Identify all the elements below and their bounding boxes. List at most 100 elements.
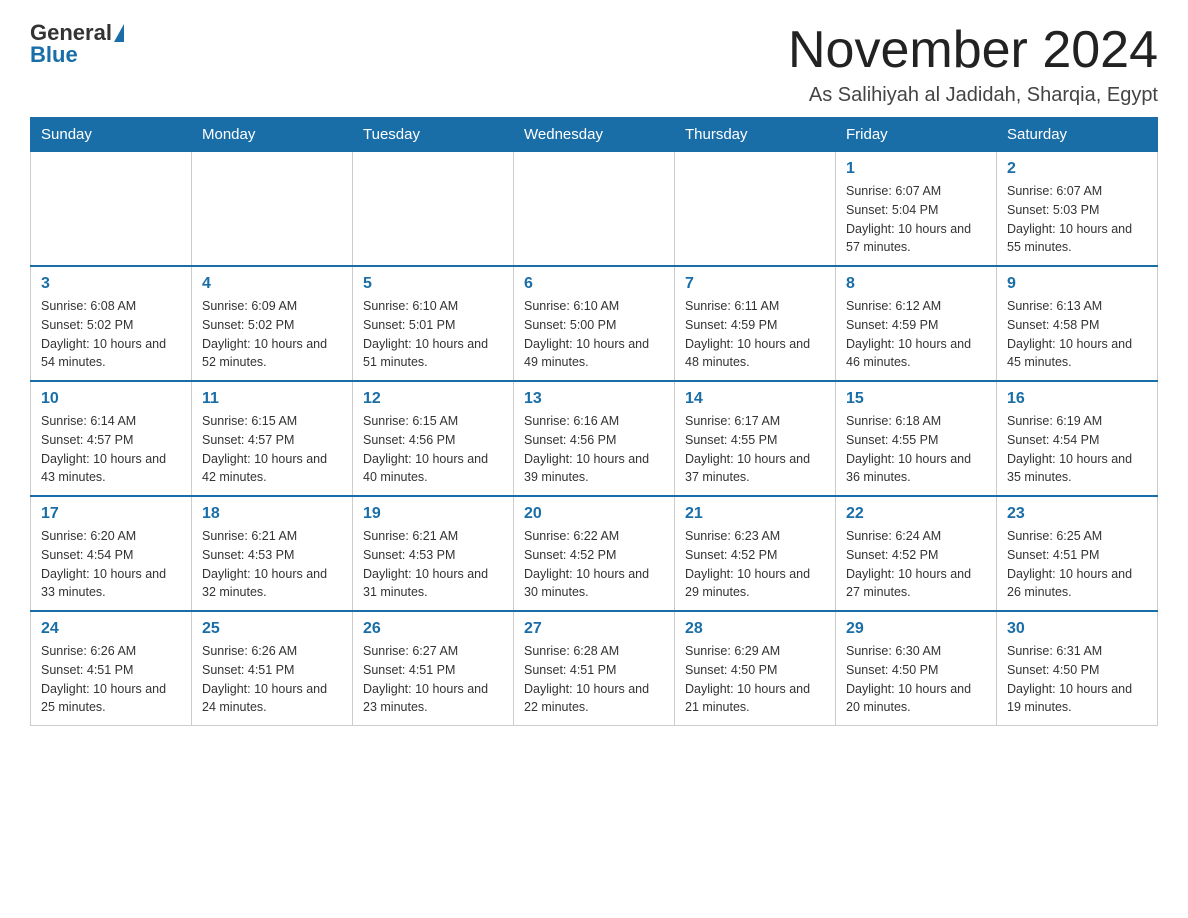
calendar-cell: 9 Sunrise: 6:13 AMSunset: 4:58 PMDaylight… [997, 266, 1158, 381]
day-number: 21 [685, 505, 825, 523]
day-info: Sunrise: 6:15 AMSunset: 4:57 PMDaylight:… [202, 412, 342, 487]
calendar-cell: 24 Sunrise: 6:26 AMSunset: 4:51 PMDayligh… [31, 611, 192, 726]
day-info: Sunrise: 6:19 AMSunset: 4:54 PMDaylight:… [1007, 412, 1147, 487]
day-info: Sunrise: 6:07 AMSunset: 5:04 PMDaylight:… [846, 182, 986, 257]
weekday-header-friday: Friday [836, 118, 997, 152]
day-number: 18 [202, 505, 342, 523]
day-number: 24 [41, 620, 181, 638]
day-number: 9 [1007, 275, 1147, 293]
day-info: Sunrise: 6:11 AMSunset: 4:59 PMDaylight:… [685, 297, 825, 372]
day-info: Sunrise: 6:31 AMSunset: 4:50 PMDaylight:… [1007, 642, 1147, 717]
day-number: 29 [846, 620, 986, 638]
day-info: Sunrise: 6:10 AMSunset: 5:01 PMDaylight:… [363, 297, 503, 372]
weekday-header-saturday: Saturday [997, 118, 1158, 152]
day-info: Sunrise: 6:15 AMSunset: 4:56 PMDaylight:… [363, 412, 503, 487]
day-number: 19 [363, 505, 503, 523]
day-info: Sunrise: 6:10 AMSunset: 5:00 PMDaylight:… [524, 297, 664, 372]
day-number: 2 [1007, 160, 1147, 178]
calendar-cell: 5 Sunrise: 6:10 AMSunset: 5:01 PMDaylight… [353, 266, 514, 381]
calendar-cell [675, 152, 836, 267]
calendar-table: SundayMondayTuesdayWednesdayThursdayFrid… [30, 117, 1158, 726]
calendar-cell: 11 Sunrise: 6:15 AMSunset: 4:57 PMDayligh… [192, 381, 353, 496]
day-info: Sunrise: 6:20 AMSunset: 4:54 PMDaylight:… [41, 527, 181, 602]
location-title: As Salihiyah al Jadidah, Sharqia, Egypt [788, 84, 1158, 107]
day-info: Sunrise: 6:24 AMSunset: 4:52 PMDaylight:… [846, 527, 986, 602]
day-info: Sunrise: 6:26 AMSunset: 4:51 PMDaylight:… [202, 642, 342, 717]
day-number: 11 [202, 390, 342, 408]
day-number: 5 [363, 275, 503, 293]
month-title: November 2024 [788, 20, 1158, 80]
logo: General Blue [30, 20, 126, 68]
day-number: 23 [1007, 505, 1147, 523]
day-number: 22 [846, 505, 986, 523]
day-info: Sunrise: 6:16 AMSunset: 4:56 PMDaylight:… [524, 412, 664, 487]
calendar-cell: 20Sunrise: 6:22 AMSunset: 4:52 PMDayligh… [514, 496, 675, 611]
day-info: Sunrise: 6:25 AMSunset: 4:51 PMDaylight:… [1007, 527, 1147, 602]
calendar-cell: 21 Sunrise: 6:23 AMSunset: 4:52 PMDayligh… [675, 496, 836, 611]
calendar-cell: 18 Sunrise: 6:21 AMSunset: 4:53 PMDayligh… [192, 496, 353, 611]
calendar-cell: 23 Sunrise: 6:25 AMSunset: 4:51 PMDayligh… [997, 496, 1158, 611]
day-info: Sunrise: 6:27 AMSunset: 4:51 PMDaylight:… [363, 642, 503, 717]
day-info: Sunrise: 6:17 AMSunset: 4:55 PMDaylight:… [685, 412, 825, 487]
calendar-cell [353, 152, 514, 267]
day-number: 7 [685, 275, 825, 293]
day-number: 3 [41, 275, 181, 293]
title-area: November 2024 As Salihiyah al Jadidah, S… [788, 20, 1158, 107]
calendar-cell: 30Sunrise: 6:31 AMSunset: 4:50 PMDayligh… [997, 611, 1158, 726]
calendar-cell: 2 Sunrise: 6:07 AMSunset: 5:03 PMDaylight… [997, 152, 1158, 267]
weekday-header-wednesday: Wednesday [514, 118, 675, 152]
calendar-cell: 6 Sunrise: 6:10 AMSunset: 5:00 PMDaylight… [514, 266, 675, 381]
calendar-cell: 19Sunrise: 6:21 AMSunset: 4:53 PMDayligh… [353, 496, 514, 611]
day-number: 27 [524, 620, 664, 638]
day-number: 8 [846, 275, 986, 293]
day-info: Sunrise: 6:14 AMSunset: 4:57 PMDaylight:… [41, 412, 181, 487]
day-number: 15 [846, 390, 986, 408]
day-number: 13 [524, 390, 664, 408]
day-number: 10 [41, 390, 181, 408]
day-info: Sunrise: 6:30 AMSunset: 4:50 PMDaylight:… [846, 642, 986, 717]
calendar-cell [31, 152, 192, 267]
calendar-cell: 4Sunrise: 6:09 AMSunset: 5:02 PMDaylight… [192, 266, 353, 381]
day-number: 17 [41, 505, 181, 523]
calendar-cell: 14 Sunrise: 6:17 AMSunset: 4:55 PMDayligh… [675, 381, 836, 496]
calendar-cell: 10 Sunrise: 6:14 AMSunset: 4:57 PMDayligh… [31, 381, 192, 496]
day-info: Sunrise: 6:23 AMSunset: 4:52 PMDaylight:… [685, 527, 825, 602]
day-info: Sunrise: 6:07 AMSunset: 5:03 PMDaylight:… [1007, 182, 1147, 257]
calendar-cell: 17 Sunrise: 6:20 AMSunset: 4:54 PMDayligh… [31, 496, 192, 611]
calendar-cell: 22 Sunrise: 6:24 AMSunset: 4:52 PMDayligh… [836, 496, 997, 611]
day-info: Sunrise: 6:12 AMSunset: 4:59 PMDaylight:… [846, 297, 986, 372]
weekday-header-monday: Monday [192, 118, 353, 152]
day-number: 6 [524, 275, 664, 293]
calendar-week-5: 24 Sunrise: 6:26 AMSunset: 4:51 PMDayligh… [31, 611, 1158, 726]
calendar-cell: 16 Sunrise: 6:19 AMSunset: 4:54 PMDayligh… [997, 381, 1158, 496]
day-info: Sunrise: 6:13 AMSunset: 4:58 PMDaylight:… [1007, 297, 1147, 372]
day-info: Sunrise: 6:21 AMSunset: 4:53 PMDaylight:… [202, 527, 342, 602]
calendar-cell: 25 Sunrise: 6:26 AMSunset: 4:51 PMDayligh… [192, 611, 353, 726]
calendar-cell: 1 Sunrise: 6:07 AMSunset: 5:04 PMDaylight… [836, 152, 997, 267]
calendar-cell: 28 Sunrise: 6:29 AMSunset: 4:50 PMDayligh… [675, 611, 836, 726]
day-number: 25 [202, 620, 342, 638]
day-info: Sunrise: 6:22 AMSunset: 4:52 PMDaylight:… [524, 527, 664, 602]
calendar-cell: 15 Sunrise: 6:18 AMSunset: 4:55 PMDayligh… [836, 381, 997, 496]
day-number: 1 [846, 160, 986, 178]
day-info: Sunrise: 6:18 AMSunset: 4:55 PMDaylight:… [846, 412, 986, 487]
day-number: 12 [363, 390, 503, 408]
page-header: General Blue November 2024 As Salihiyah … [30, 20, 1158, 107]
weekday-header-thursday: Thursday [675, 118, 836, 152]
day-number: 26 [363, 620, 503, 638]
day-number: 16 [1007, 390, 1147, 408]
calendar-week-3: 10 Sunrise: 6:14 AMSunset: 4:57 PMDayligh… [31, 381, 1158, 496]
weekday-header-sunday: Sunday [31, 118, 192, 152]
calendar-cell [514, 152, 675, 267]
logo-blue-text: Blue [30, 42, 78, 68]
calendar-cell [192, 152, 353, 267]
logo-triangle-icon [114, 24, 124, 42]
day-number: 28 [685, 620, 825, 638]
day-number: 14 [685, 390, 825, 408]
day-info: Sunrise: 6:26 AMSunset: 4:51 PMDaylight:… [41, 642, 181, 717]
day-info: Sunrise: 6:09 AMSunset: 5:02 PMDaylight:… [202, 297, 342, 372]
calendar-week-4: 17 Sunrise: 6:20 AMSunset: 4:54 PMDayligh… [31, 496, 1158, 611]
day-info: Sunrise: 6:29 AMSunset: 4:50 PMDaylight:… [685, 642, 825, 717]
calendar-cell: 8 Sunrise: 6:12 AMSunset: 4:59 PMDaylight… [836, 266, 997, 381]
calendar-cell: 7 Sunrise: 6:11 AMSunset: 4:59 PMDaylight… [675, 266, 836, 381]
